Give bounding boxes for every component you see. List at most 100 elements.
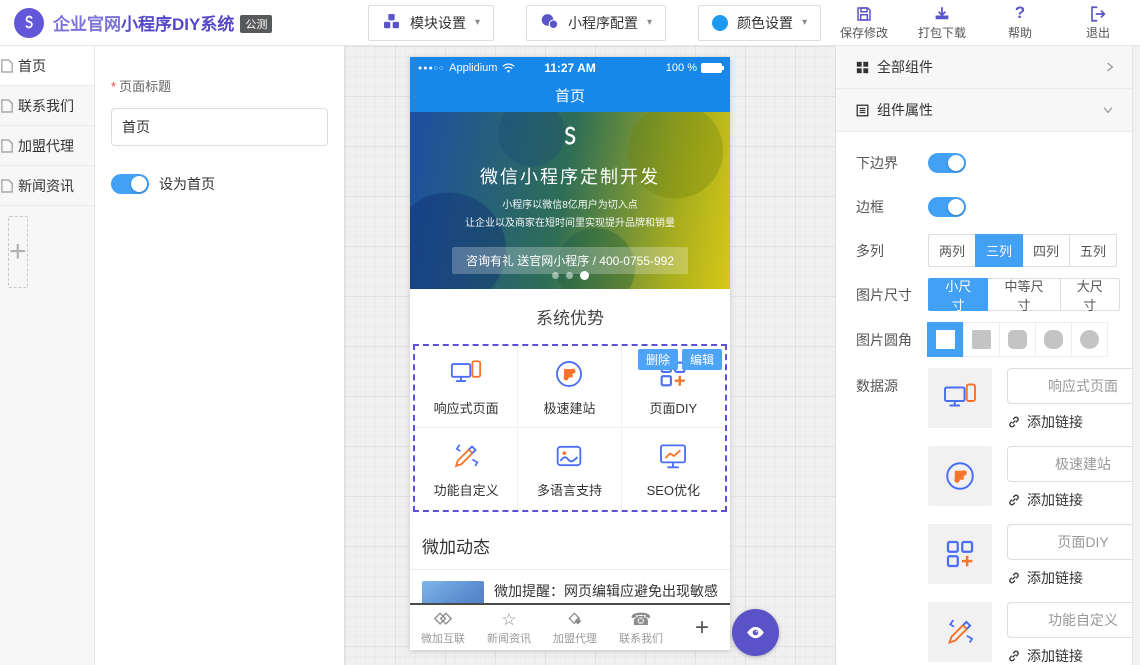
add-link-button[interactable]: 添加链接 <box>1007 568 1140 588</box>
miniprogram-config-dropdown[interactable]: 小程序配置 ▾ <box>526 5 666 41</box>
exit-button[interactable]: 退出 <box>1072 4 1124 41</box>
link-icon <box>1007 415 1021 429</box>
sidebar-item-contact[interactable]: 联系我们 <box>0 86 94 126</box>
delete-component-button[interactable]: 删除 <box>638 349 678 370</box>
advantage-cell[interactable]: SEO优化 <box>622 428 725 510</box>
preview-button[interactable] <box>732 609 779 656</box>
set-home-row: 设为首页 <box>111 174 328 194</box>
multi-language-icon <box>552 439 586 473</box>
add-link-button[interactable]: 添加链接 <box>1007 412 1140 432</box>
phone-status-bar: ●●●○○ Applidium 11:27 AM 100 % <box>410 57 730 79</box>
carousel-dot[interactable] <box>552 272 559 279</box>
columns-option-4[interactable]: 四列 <box>1022 234 1070 267</box>
radius-option-2[interactable] <box>999 322 1036 357</box>
page-icon <box>1 99 13 113</box>
columns-option-2[interactable]: 两列 <box>928 234 976 267</box>
datasource-row: 数据源 添加链接 <box>856 368 1120 665</box>
phone-tab-bar[interactable]: 微加互联 ☆ 新闻资讯 加盟代理 ☎ 联系我们 + <box>410 603 730 650</box>
fast-build-icon <box>552 357 586 391</box>
tab-news[interactable]: ☆ 新闻资讯 <box>476 609 542 646</box>
caret-down-icon: ▾ <box>802 17 807 28</box>
cubes-icon <box>382 12 401 34</box>
advantage-cell[interactable]: 多语言支持 <box>518 428 621 510</box>
tab-agency[interactable]: 加盟代理 <box>542 609 608 646</box>
color-swatch-icon <box>712 15 728 31</box>
all-components-header[interactable]: 全部组件 <box>836 46 1140 89</box>
datasource-list: 添加链接 添加链接 <box>928 368 1140 665</box>
datasource-title-input[interactable] <box>1007 524 1140 560</box>
advantages-section-title: 系统优势 <box>410 289 730 344</box>
tab-contact[interactable]: ☎ 联系我们 <box>608 609 674 646</box>
sidebar-item-home[interactable]: 首页 <box>0 46 94 86</box>
page-icon <box>1 139 13 153</box>
chevron-right-icon <box>1106 61 1114 73</box>
datasource-title-input[interactable] <box>1007 446 1140 482</box>
banner-subtitle-1: 小程序以微信8亿用户为切入点 <box>410 196 730 211</box>
required-mark: * <box>111 79 116 94</box>
sidebar-item-news[interactable]: 新闻资讯 <box>0 166 94 206</box>
image-size-small-selected[interactable]: 小尺寸 <box>928 278 988 311</box>
color-settings-dropdown[interactable]: 颜色设置 ▾ <box>698 5 821 41</box>
battery-percent: 100 % <box>666 62 697 74</box>
advantage-cell[interactable]: 响应式页面 <box>415 346 518 428</box>
inspector-panel: 全部组件 组件属性 下边界 边框 多列 两列 三列 四列 五列 <box>835 46 1140 665</box>
radius-option-1[interactable] <box>963 322 1000 357</box>
seo-icon <box>656 439 690 473</box>
datasource-title-input[interactable] <box>1007 602 1140 638</box>
brand: 企业官网小程序DIY系统公测 <box>14 8 272 38</box>
component-props-header[interactable]: 组件属性 <box>836 89 1140 132</box>
advantage-cell[interactable]: 功能自定义 <box>415 428 518 510</box>
edit-component-button[interactable]: 编辑 <box>682 349 722 370</box>
bottom-margin-toggle[interactable] <box>928 153 966 173</box>
carousel-dot[interactable] <box>566 272 573 279</box>
ribbon-icon <box>566 609 585 629</box>
inspector-scrollbar[interactable] <box>1132 46 1140 665</box>
phone-page-title: 首页 <box>555 85 585 106</box>
radius-option-circle[interactable] <box>1071 322 1108 357</box>
eye-icon <box>745 622 766 643</box>
advantages-grid-component-selected[interactable]: 删除 编辑 响应式页面 极速建站 页面DIY 功能自定义 <box>413 344 727 512</box>
download-button[interactable]: 打包下载 <box>916 4 968 41</box>
image-size-large[interactable]: 大尺寸 <box>1060 278 1120 311</box>
carousel-dots <box>410 271 730 280</box>
sidebar-item-agency[interactable]: 加盟代理 <box>0 126 94 166</box>
help-button[interactable]: ? 帮助 <box>994 4 1046 41</box>
columns-option-5[interactable]: 五列 <box>1069 234 1117 267</box>
radius-option-square-selected[interactable] <box>927 322 964 357</box>
page-title-input[interactable] <box>111 108 328 146</box>
page-list-sidebar: 首页 联系我们 加盟代理 新闻资讯 + <box>0 46 95 665</box>
tab-add-button[interactable]: + <box>674 614 730 642</box>
datasource-title-input[interactable] <box>1007 368 1140 404</box>
app-title: 企业官网小程序DIY系统公测 <box>53 10 272 35</box>
datasource-item: 添加链接 <box>928 368 1140 432</box>
page-icon <box>1 179 13 193</box>
radius-option-3[interactable] <box>1035 322 1072 357</box>
datasource-item: 添加链接 <box>928 602 1140 665</box>
custom-feature-icon <box>928 602 992 662</box>
columns-option-3-selected[interactable]: 三列 <box>975 234 1023 267</box>
border-toggle[interactable] <box>928 197 966 217</box>
image-size-medium[interactable]: 中等尺寸 <box>987 278 1060 311</box>
datasource-item: 添加链接 <box>928 446 1140 510</box>
columns-row: 多列 两列 三列 四列 五列 <box>856 234 1120 267</box>
add-page-button[interactable]: + <box>8 216 28 288</box>
caret-down-icon: ▾ <box>475 17 480 28</box>
help-icon: ? <box>1015 4 1025 23</box>
banner-component[interactable]: 微信小程序定制开发 小程序以微信8亿用户为切入点 让企业以及商家在短时间里实现提… <box>410 112 730 289</box>
selection-badges: 删除 编辑 <box>638 349 722 370</box>
header-actions: 保存修改 打包下载 ? 帮助 退出 <box>838 4 1126 41</box>
add-link-button[interactable]: 添加链接 <box>1007 646 1140 665</box>
tab-brand[interactable]: 微加互联 <box>410 609 476 646</box>
list-doc-icon <box>856 104 869 117</box>
add-link-button[interactable]: 添加链接 <box>1007 490 1140 510</box>
module-settings-dropdown[interactable]: 模块设置 ▾ <box>368 5 494 41</box>
phone-icon: ☎ <box>630 609 651 629</box>
banner-logo-icon <box>410 124 730 155</box>
link-icon <box>1007 571 1021 585</box>
banner-subtitle-2: 让企业以及商家在短时间里实现提升品牌和销量 <box>410 214 730 229</box>
carousel-dot-active[interactable] <box>580 271 589 280</box>
set-home-toggle[interactable] <box>111 174 149 194</box>
beta-badge: 公测 <box>240 15 272 33</box>
save-button[interactable]: 保存修改 <box>838 4 890 41</box>
advantage-cell[interactable]: 极速建站 <box>518 346 621 428</box>
